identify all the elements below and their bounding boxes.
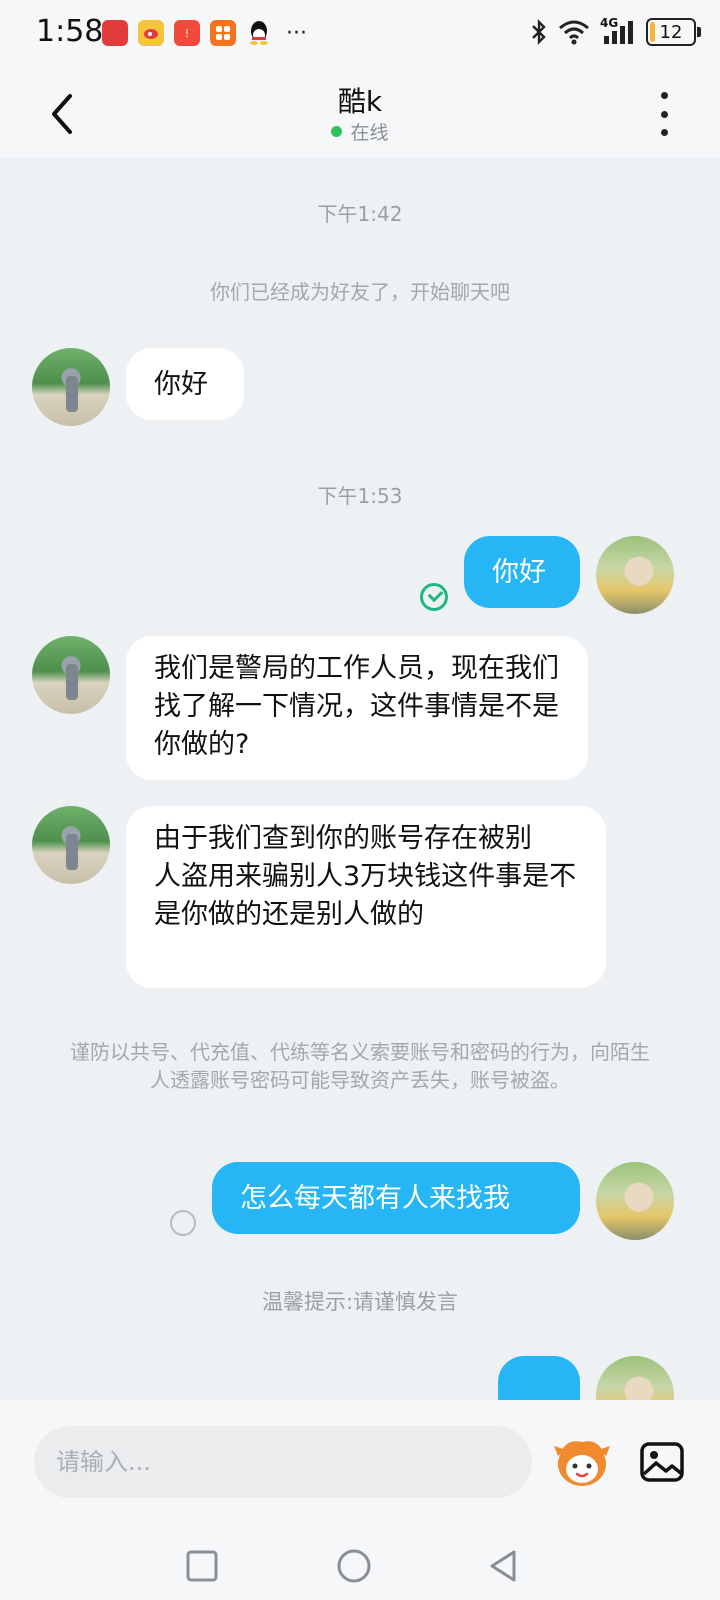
more-vertical-icon bbox=[660, 92, 668, 99]
status-time: 1:58 bbox=[36, 14, 104, 49]
input-bar bbox=[0, 1400, 720, 1530]
my-avatar[interactable] bbox=[596, 1356, 674, 1400]
status-bar: 1:58 ! ··· 4G 12 bbox=[0, 0, 720, 70]
online-status: 在线 bbox=[0, 118, 720, 145]
incoming-message[interactable]: 由于我们查到你的账号存在被别 人盗用来骗别人3万块钱这件事是不是你做的还是别人做… bbox=[126, 806, 606, 988]
battery-level: 12 bbox=[659, 21, 683, 43]
nav-back-button[interactable] bbox=[484, 1546, 524, 1586]
battery-tip bbox=[697, 27, 701, 37]
timestamp: 下午1:53 bbox=[317, 484, 403, 508]
status-right: 4G 12 bbox=[530, 16, 701, 46]
shop-app-icon bbox=[210, 20, 236, 46]
contact-name: 酷k bbox=[337, 85, 383, 118]
online-status-label: 在线 bbox=[350, 122, 389, 144]
image-button[interactable] bbox=[638, 1438, 686, 1486]
notification-icons: ! ··· bbox=[102, 20, 307, 46]
emoji-face-icon bbox=[554, 1441, 610, 1486]
recent-apps-button[interactable] bbox=[182, 1546, 222, 1586]
warm-tip: 温馨提示:请谨慎发言 bbox=[261, 1290, 459, 1314]
huawei-app-icon bbox=[102, 20, 128, 46]
timestamp: 下午1:42 bbox=[317, 202, 403, 226]
contact-avatar[interactable] bbox=[32, 806, 110, 884]
chat-header: 酷k 在线 bbox=[0, 70, 720, 158]
square-icon bbox=[186, 1550, 218, 1582]
alert-app-icon: ! bbox=[174, 20, 200, 46]
battery-indicator: 12 bbox=[646, 18, 701, 46]
my-avatar[interactable] bbox=[596, 536, 674, 614]
emoji-button[interactable] bbox=[552, 1436, 612, 1490]
image-icon bbox=[640, 1442, 684, 1482]
bluetooth-icon bbox=[532, 19, 546, 45]
my-avatar[interactable] bbox=[596, 1162, 674, 1240]
more-dot bbox=[660, 110, 668, 118]
outgoing-message[interactable]: 怎么每天都有人来找我 bbox=[212, 1162, 580, 1234]
unread-circle-icon bbox=[170, 1210, 196, 1236]
signal-icon: 4G bbox=[600, 16, 636, 46]
contact-avatar[interactable] bbox=[32, 636, 110, 714]
battery-fill bbox=[650, 22, 655, 42]
outgoing-message-partial[interactable] bbox=[498, 1356, 580, 1400]
contact-avatar[interactable] bbox=[32, 348, 110, 426]
friend-notice: 你们已经成为好友了，开始聊天吧 bbox=[210, 280, 510, 304]
message-input[interactable] bbox=[34, 1426, 532, 1498]
incoming-message[interactable]: 我们是警局的工作人员，现在我们找了解一下情况，这件事情是不是你做的? bbox=[126, 636, 588, 780]
read-check-icon bbox=[420, 583, 448, 611]
more-dot bbox=[660, 129, 668, 136]
incoming-message[interactable]: 你好 bbox=[126, 348, 244, 420]
security-warning: 谨防以共号、代充值、代练等名义索要账号和密码的行为，向陌生人透露账号密码可能导致… bbox=[70, 1040, 650, 1092]
more-options-button[interactable] bbox=[652, 92, 676, 136]
weibo-app-icon bbox=[138, 20, 164, 46]
system-nav-bar bbox=[0, 1530, 720, 1600]
triangle-back-icon bbox=[490, 1550, 516, 1582]
circle-icon bbox=[337, 1549, 371, 1583]
qq-app-icon bbox=[246, 20, 272, 46]
chat-area[interactable]: 下午1:42 你们已经成为好友了，开始聊天吧 你好 下午1:53 你好 我们是警… bbox=[0, 158, 720, 1400]
home-button[interactable] bbox=[334, 1546, 374, 1586]
wifi-icon bbox=[559, 20, 589, 45]
outgoing-message[interactable]: 你好 bbox=[464, 536, 580, 608]
online-dot-icon bbox=[331, 126, 343, 137]
more-notifications: ··· bbox=[286, 20, 307, 46]
